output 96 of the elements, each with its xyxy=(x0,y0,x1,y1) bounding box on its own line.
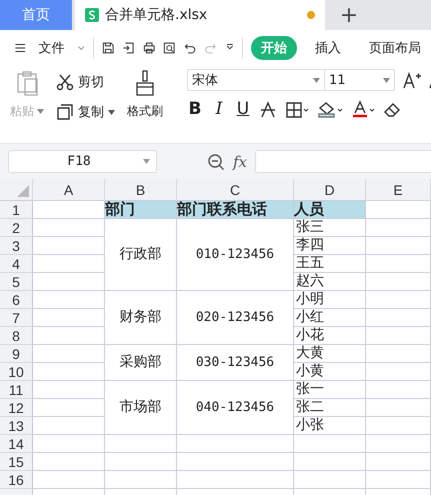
empty-cell xyxy=(366,381,431,399)
table-cell: 小黄 xyxy=(294,363,366,381)
clipboard-icon xyxy=(15,69,39,97)
column-header[interactable]: C xyxy=(177,179,294,201)
row-header[interactable]: 4 xyxy=(0,255,33,273)
new-tab-button[interactable]: + xyxy=(327,0,371,30)
caret-icon xyxy=(108,110,115,114)
font-style-button[interactable]: B xyxy=(187,99,203,119)
table-header-cell: 部门 xyxy=(105,201,177,219)
table-cell: 小红 xyxy=(294,309,366,327)
column-header[interactable]: E xyxy=(366,179,431,201)
row-header[interactable]: 14 xyxy=(0,435,33,453)
empty-cell xyxy=(366,273,431,291)
table-cell: 小张 xyxy=(294,417,366,435)
row-header[interactable]: 1 xyxy=(0,201,33,219)
table-cell: 行政部 xyxy=(105,219,177,291)
empty-cell xyxy=(294,453,366,471)
table-cell: 小花 xyxy=(294,327,366,345)
empty-cell xyxy=(366,291,431,309)
empty-cell xyxy=(366,255,431,273)
sheet-icon xyxy=(85,8,99,22)
table-cell: 李四 xyxy=(294,237,366,255)
row-header[interactable]: 15 xyxy=(0,453,33,471)
empty-cell xyxy=(366,327,431,345)
row-header[interactable]: 9 xyxy=(0,345,33,363)
table-cell: 采购部 xyxy=(105,345,177,381)
copy-icon xyxy=(56,103,74,121)
row-header[interactable]: 16 xyxy=(0,471,33,489)
caret-icon xyxy=(383,78,390,82)
font-style-button[interactable]: I xyxy=(211,99,227,119)
font-size-select[interactable]: 11 xyxy=(325,69,395,91)
zoom-icon[interactable] xyxy=(207,152,225,170)
row-header[interactable]: 7 xyxy=(0,309,33,327)
formula-input[interactable] xyxy=(255,150,431,173)
table-cell: 030-123456 xyxy=(177,345,294,381)
font-name-select[interactable]: 宋体 xyxy=(187,69,325,91)
row-header[interactable]: 10 xyxy=(0,363,33,381)
empty-cell xyxy=(366,363,431,381)
function-label[interactable]: fx xyxy=(233,152,248,170)
table-cell: 040-123456 xyxy=(177,381,294,435)
table-cell: 张二 xyxy=(294,399,366,417)
table-cell: 小明 xyxy=(294,291,366,309)
document-tab[interactable]: 合并单元格.xlsx xyxy=(75,0,325,30)
copy-button[interactable]: 复制 xyxy=(52,101,119,123)
empty-cell xyxy=(105,453,177,471)
format-painter-button[interactable]: 格式刷 xyxy=(127,69,163,134)
table-header-cell: 人员 xyxy=(294,201,366,219)
cut-button[interactable]: 剪切 xyxy=(52,71,119,93)
table-cell: 020-123456 xyxy=(177,291,294,345)
fill-color-icon[interactable] xyxy=(317,100,343,118)
row-header[interactable]: 12 xyxy=(0,399,33,417)
table-cell: 王五 xyxy=(294,255,366,273)
empty-cell xyxy=(366,435,431,453)
table-cell: 大黄 xyxy=(294,345,366,363)
row-header[interactable]: 13 xyxy=(0,417,33,435)
empty-cell xyxy=(294,435,366,453)
column-header[interactable]: D xyxy=(294,179,366,201)
row-header[interactable]: 2 xyxy=(0,219,33,237)
empty-cell xyxy=(105,435,177,453)
table-cell: 财务部 xyxy=(105,291,177,345)
row-header[interactable]: 5 xyxy=(0,273,33,291)
caret-icon xyxy=(313,78,320,82)
font-color-icon[interactable] xyxy=(351,100,375,118)
empty-cell xyxy=(105,471,177,489)
empty-cell xyxy=(366,237,431,255)
empty-cell xyxy=(366,399,431,417)
caret-icon xyxy=(143,159,150,164)
grow-font-icon[interactable] xyxy=(403,71,421,89)
row-header[interactable]: 3 xyxy=(0,237,33,255)
table-header-cell: 部门联系电话 xyxy=(177,201,294,219)
column-header[interactable]: A xyxy=(33,179,105,201)
empty-cell xyxy=(366,219,431,237)
caret-icon xyxy=(37,109,44,114)
empty-cell xyxy=(366,417,431,435)
name-box[interactable]: F18 xyxy=(8,150,157,173)
column-header[interactable]: B xyxy=(105,179,177,201)
font-style-button[interactable]: U xyxy=(235,99,251,119)
table-cell: 赵六 xyxy=(294,273,366,291)
strikethrough-icon[interactable] xyxy=(259,100,277,118)
file-menu[interactable]: 文件 xyxy=(34,36,68,58)
table-cell: 张一 xyxy=(294,381,366,399)
ribbon-tab[interactable]: 页面布局 xyxy=(358,36,431,60)
table-cell: 市场部 xyxy=(105,381,177,435)
empty-cell xyxy=(294,471,366,489)
ribbon-tab[interactable]: 插入 xyxy=(304,36,351,60)
scissors-icon xyxy=(56,73,74,91)
row-header[interactable]: 11 xyxy=(0,381,33,399)
borders-icon[interactable] xyxy=(285,100,309,118)
empty-cell xyxy=(366,453,431,471)
empty-cell xyxy=(366,345,431,363)
row-header[interactable]: 6 xyxy=(0,291,33,309)
row-header[interactable]: 8 xyxy=(0,327,33,345)
table-cell: 010-123456 xyxy=(177,219,294,291)
empty-cell xyxy=(366,471,431,489)
table-cell: 张三 xyxy=(294,219,366,237)
empty-cell xyxy=(366,309,431,327)
